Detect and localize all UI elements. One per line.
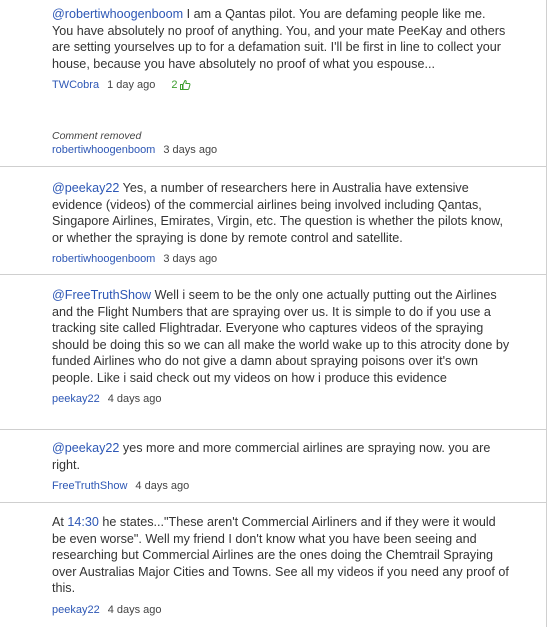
comment-divider	[0, 429, 546, 430]
comment-time: 3 days ago	[163, 144, 218, 156]
comments-panel: @robertiwhoogenboom I am a Qantas pilot.…	[0, 0, 547, 627]
like-count-value: 2	[171, 79, 178, 91]
comment-text: At 14:30 he states..."These aren't Comme…	[52, 514, 510, 597]
comment-body: Yes, a number of researchers here in Aus…	[52, 181, 504, 245]
author-link[interactable]: robertiwhoogenboom	[52, 252, 155, 266]
comment-text: @FreeTruthShow Well i seem to be the onl…	[52, 287, 510, 386]
comment-text: @peekay22 yes more and more commercial a…	[52, 440, 510, 473]
comment-meta: FreeTruthShow 4 days ago	[52, 479, 510, 493]
comment-body: he states..."These aren't Commercial Air…	[52, 515, 509, 595]
comment-meta: robertiwhoogenboom 3 days ago	[52, 143, 510, 157]
comment-time: 3 days ago	[163, 253, 218, 265]
comment-item: @FreeTruthShow Well i seem to be the onl…	[0, 287, 546, 406]
comment-item-removed: Comment removed robertiwhoogenboom 3 day…	[0, 130, 546, 157]
author-link[interactable]: FreeTruthShow	[52, 479, 127, 493]
comment-item: @peekay22 yes more and more commercial a…	[0, 440, 546, 493]
comment-meta: TWCobra 1 day ago 2	[52, 78, 510, 92]
author-link[interactable]: TWCobra	[52, 78, 99, 92]
mention-link[interactable]: @peekay22	[52, 181, 119, 195]
removed-label: Comment removed	[52, 130, 142, 142]
comment-meta: robertiwhoogenboom 3 days ago	[52, 252, 510, 266]
comment-divider	[0, 166, 546, 167]
author-link[interactable]: robertiwhoogenboom	[52, 143, 155, 157]
comment-body: Well i seem to be the only one actually …	[52, 288, 510, 385]
author-link[interactable]: peekay22	[52, 392, 100, 406]
comment-time: 4 days ago	[107, 603, 162, 616]
comment-text: @robertiwhoogenboom I am a Qantas pilot.…	[52, 6, 510, 72]
like-count[interactable]: 2	[171, 78, 190, 92]
comment-time: 4 days ago	[107, 393, 162, 405]
timestamp-link[interactable]: 14:30	[67, 515, 99, 529]
thumbs-up-icon[interactable]	[179, 79, 191, 91]
author-link[interactable]: peekay22	[52, 603, 100, 617]
comment-item: @robertiwhoogenboom I am a Qantas pilot.…	[0, 6, 546, 92]
mention-link[interactable]: @robertiwhoogenboom	[52, 7, 183, 21]
comment-divider	[0, 502, 546, 503]
mention-link[interactable]: @peekay22	[52, 441, 119, 455]
comment-time: 4 days ago	[135, 480, 190, 492]
comment-divider	[0, 274, 546, 275]
mention-link[interactable]: @FreeTruthShow	[52, 288, 151, 302]
comment-prefix: At	[52, 515, 68, 529]
comment-item: At 14:30 he states..."These aren't Comme…	[0, 514, 546, 617]
comment-time: 1 day ago	[107, 79, 156, 91]
comment-meta: peekay22 4 days ago	[52, 603, 510, 617]
comment-item: @peekay22 Yes, a number of researchers h…	[0, 180, 546, 266]
comment-meta: peekay22 4 days ago	[52, 392, 510, 406]
comment-text: @peekay22 Yes, a number of researchers h…	[52, 180, 510, 246]
